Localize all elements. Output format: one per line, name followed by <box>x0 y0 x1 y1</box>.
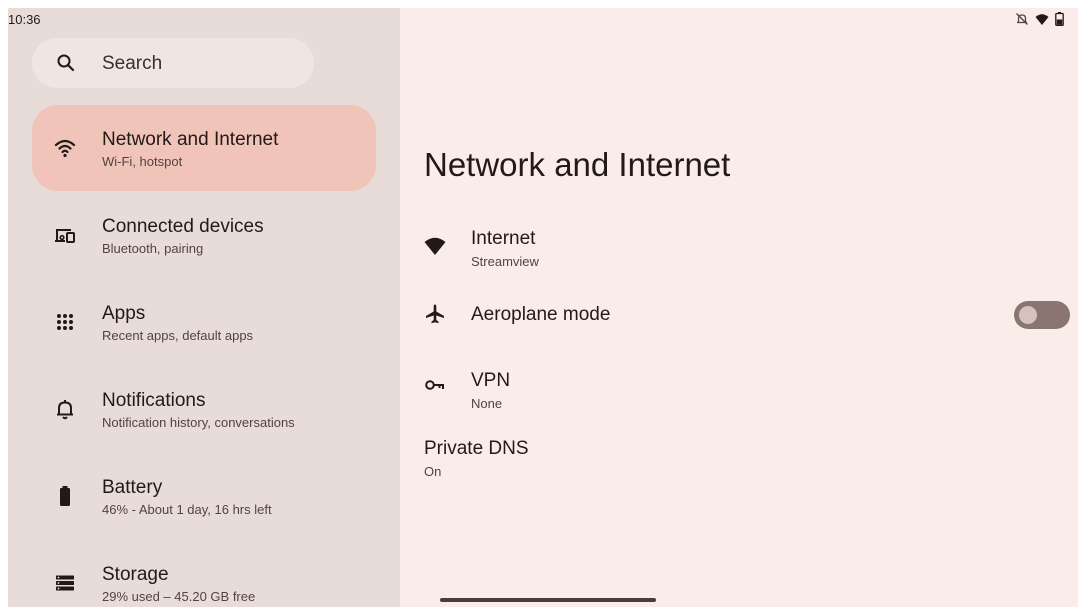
internet-setting[interactable]: Internet Streamview <box>424 224 1070 284</box>
page-title: Network and Internet <box>424 146 731 183</box>
sidebar-item-battery[interactable]: Battery 46% - About 1 day, 16 hrs left <box>32 453 376 539</box>
sidebar-item-title: Storage <box>102 564 169 585</box>
sidebar-item-notifications[interactable]: Notifications Notification history, conv… <box>32 366 376 452</box>
pref-title: Private DNS <box>424 438 529 459</box>
pref-title: VPN <box>471 370 511 391</box>
aeroplane-mode-setting[interactable]: Aeroplane mode <box>424 294 1070 354</box>
battery-icon <box>54 485 76 507</box>
sidebar-item-apps[interactable]: Apps Recent apps, default apps <box>32 279 376 365</box>
pref-subtitle: None <box>471 396 503 411</box>
storage-icon <box>54 572 76 594</box>
bell-icon <box>54 398 76 420</box>
status-icons <box>1015 12 1064 26</box>
wifi-signal-icon <box>424 236 446 258</box>
sidebar-item-title: Network and Internet <box>102 129 279 150</box>
private-dns-setting[interactable]: Private DNS On <box>424 434 1070 494</box>
sidebar-item-connected-devices[interactable]: Connected devices Bluetooth, pairing <box>32 192 376 278</box>
sidebar-item-network-and-internet[interactable]: Network and Internet Wi-Fi, hotspot <box>32 105 376 191</box>
toggle-knob <box>1019 306 1037 324</box>
sidebar-item-title: Notifications <box>102 390 206 411</box>
airplane-icon <box>424 303 446 325</box>
pref-subtitle: On <box>424 464 442 479</box>
sidebar-item-subtitle: Bluetooth, pairing <box>102 241 204 256</box>
sidebar-item-title: Apps <box>102 303 146 324</box>
settings-sidebar: 10:36 Search Network and Internet Wi-Fi,… <box>8 8 400 607</box>
vpn-setting[interactable]: VPN None <box>424 358 1070 418</box>
search-bar[interactable]: Search <box>32 38 314 88</box>
pref-title: Internet <box>471 228 536 249</box>
settings-screen: 10:36 Search Network and Internet Wi-Fi,… <box>8 8 1078 607</box>
wifi-icon <box>54 137 76 159</box>
sidebar-item-subtitle: 29% used – 45.20 GB free <box>102 589 256 604</box>
gesture-navigation-bar[interactable] <box>440 598 656 602</box>
sidebar-item-subtitle: Notification history, conversations <box>102 415 295 430</box>
pref-title: Aeroplane mode <box>471 304 611 325</box>
vpn-key-icon <box>424 374 446 396</box>
notifications-off-icon <box>1015 12 1029 26</box>
search-icon <box>56 53 76 78</box>
devices-icon <box>54 224 76 246</box>
search-label: Search <box>102 53 163 74</box>
pref-subtitle: Streamview <box>471 254 539 269</box>
battery-icon <box>1055 12 1064 26</box>
sidebar-item-storage[interactable]: Storage 29% used – 45.20 GB free <box>32 540 376 607</box>
sidebar-item-title: Connected devices <box>102 216 264 237</box>
sidebar-item-title: Battery <box>102 477 163 498</box>
wifi-icon <box>1035 13 1049 26</box>
status-time: 10:36 <box>8 12 41 27</box>
aeroplane-mode-toggle[interactable] <box>1014 301 1070 329</box>
sidebar-item-subtitle: 46% - About 1 day, 16 hrs left <box>102 502 272 517</box>
sidebar-item-subtitle: Wi-Fi, hotspot <box>102 154 183 169</box>
sidebar-item-subtitle: Recent apps, default apps <box>102 328 254 343</box>
apps-grid-icon <box>54 311 76 333</box>
